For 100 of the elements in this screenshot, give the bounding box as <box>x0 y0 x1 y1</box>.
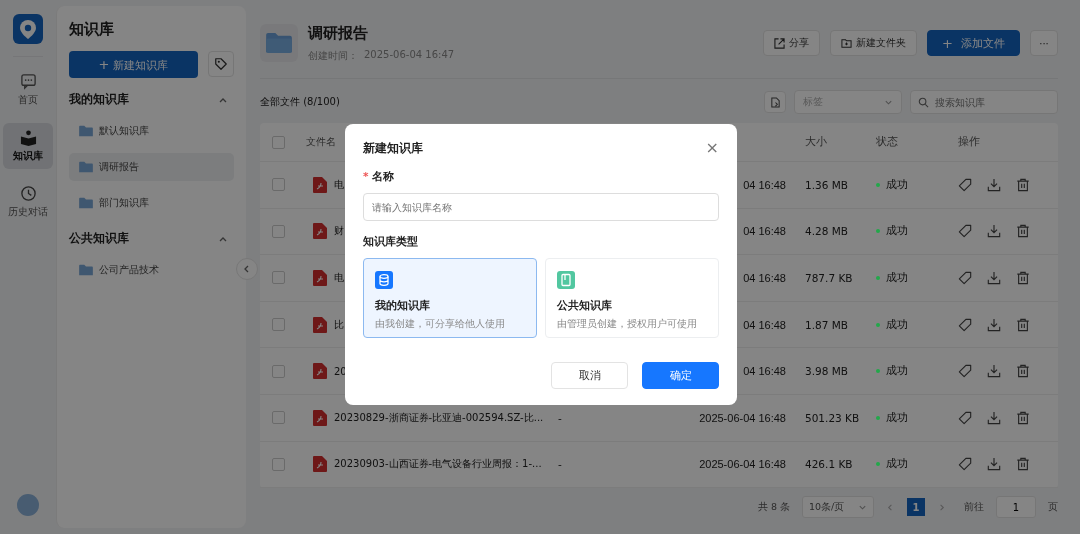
select-all-checkbox[interactable] <box>271 135 285 149</box>
knowledge-base-item[interactable]: 部门知识库 <box>69 189 234 217</box>
nav-item[interactable]: 历史对话 <box>3 179 53 225</box>
status-text: 成功 <box>886 410 908 425</box>
download-icon[interactable] <box>987 364 1001 379</box>
pdf-file-icon <box>313 316 327 333</box>
field-label: 名称 <box>371 170 394 182</box>
type-option-card[interactable]: 我的知识库 由我创建，可分享给他人使用 <box>363 258 537 338</box>
tag-icon[interactable] <box>958 271 972 285</box>
date-cell: 04 16:48 <box>743 365 786 378</box>
tag-icon[interactable] <box>958 177 972 192</box>
add-file-button[interactable]: + 添加文件 <box>927 30 1020 56</box>
tag-icon[interactable] <box>958 317 972 332</box>
row-checkbox[interactable] <box>271 364 285 378</box>
row-checkbox[interactable] <box>271 318 285 332</box>
column-header: 大小 <box>804 135 828 149</box>
database-icon <box>375 271 393 289</box>
tag-button[interactable] <box>208 51 234 77</box>
status-text: 成功 <box>886 177 908 192</box>
row-checkbox[interactable] <box>271 178 285 192</box>
chat-icon <box>19 73 37 90</box>
knowledge-base-item[interactable]: 默认知识库 <box>69 117 234 145</box>
status-text: 成功 <box>886 317 908 332</box>
delete-icon[interactable] <box>1016 224 1030 239</box>
nav-item[interactable]: 知识库 <box>3 123 53 169</box>
status-text: 成功 <box>886 271 908 285</box>
name-input-field[interactable]: 请输入知识库名称 <box>363 193 719 221</box>
download-icon[interactable] <box>987 317 1001 332</box>
download-icon[interactable] <box>987 224 1001 239</box>
column-header: 操作 <box>958 135 980 149</box>
tag-icon[interactable] <box>958 364 972 379</box>
file-name[interactable]: 财 <box>334 224 344 239</box>
page-input[interactable]: 1 <box>996 496 1036 519</box>
folder-icon <box>79 264 93 276</box>
row-checkbox[interactable] <box>271 411 285 425</box>
knowledge-base-item[interactable]: 公司产品技术 <box>69 256 234 284</box>
column-header: 状态 <box>876 135 899 149</box>
folder-icon <box>79 161 93 173</box>
delete-icon[interactable] <box>1016 177 1030 192</box>
file-name[interactable]: 电 <box>334 177 344 192</box>
close-button[interactable]: × <box>705 140 719 156</box>
page-unit: 页 <box>1048 500 1058 514</box>
file-icon <box>769 96 781 108</box>
share-icon <box>774 37 786 49</box>
file-name[interactable]: 20230829-浙商证券-比亚迪-002594.SZ-比... <box>334 410 544 425</box>
confirm-button[interactable]: 确定 <box>642 362 719 389</box>
search-icon <box>918 96 929 108</box>
pdf-file-icon <box>313 176 327 193</box>
size-cell: 1.87 MB <box>805 318 848 331</box>
tag-icon[interactable] <box>958 224 972 239</box>
size-cell: 426.1 KB <box>805 458 853 471</box>
app-logo <box>13 14 43 44</box>
file-filter-button[interactable] <box>764 91 786 113</box>
cancel-button[interactable]: 取消 <box>551 362 628 389</box>
file-name[interactable]: 20230903-山西证券-电气设备行业周报：1-... <box>334 457 542 472</box>
book-icon <box>19 129 37 146</box>
page-title: 调研报告 <box>308 23 369 43</box>
date-cell: 04 16:48 <box>743 272 786 284</box>
folder-icon <box>79 125 93 137</box>
row-checkbox[interactable] <box>271 224 285 238</box>
download-icon[interactable] <box>987 410 1001 425</box>
modal-title: 新建知识库 <box>363 140 423 156</box>
page-size-select[interactable]: 10条/页 <box>802 496 874 519</box>
download-icon[interactable] <box>987 177 1001 192</box>
option-description: 由我创建，可分享给他人使用 <box>375 318 506 331</box>
row-checkbox[interactable] <box>271 457 285 471</box>
delete-icon[interactable] <box>1016 317 1030 332</box>
table-cell: - <box>558 411 562 424</box>
more-button[interactable]: ··· <box>1030 30 1058 56</box>
status-text: 成功 <box>886 224 908 239</box>
download-icon[interactable] <box>987 271 1001 285</box>
page-number-button[interactable]: 1 <box>907 498 925 517</box>
created-time: 2025-06-04 16:47 <box>364 48 455 62</box>
total-count: 共 8 条 <box>757 500 790 514</box>
date-cell: 04 16:48 <box>743 318 786 331</box>
new-knowledge-base-button[interactable]: + 新建知识库 <box>69 51 198 78</box>
file-name[interactable]: 电 <box>334 271 344 285</box>
download-icon[interactable] <box>987 457 1001 472</box>
new-folder-button[interactable]: 新建文件夹 <box>830 30 918 56</box>
delete-icon[interactable] <box>1016 410 1030 425</box>
pdf-file-icon <box>313 270 327 286</box>
size-cell: 1.36 MB <box>805 178 848 191</box>
search-field[interactable]: 搜索知识库 <box>910 90 1058 114</box>
folder-plus-icon <box>841 37 853 49</box>
size-cell: 787.7 KB <box>805 272 853 284</box>
delete-icon[interactable] <box>1016 457 1030 472</box>
delete-icon[interactable] <box>1016 271 1030 285</box>
share-button[interactable]: 分享 <box>763 30 821 56</box>
nav-item[interactable]: 首页 <box>3 67 53 113</box>
file-name[interactable]: 比 <box>334 317 344 332</box>
tag-icon[interactable] <box>958 410 972 425</box>
table-cell: - <box>558 458 562 471</box>
option-title: 我的知识库 <box>375 299 431 313</box>
row-checkbox[interactable] <box>271 271 285 285</box>
option-description: 由管理员创建，授权用户可使用 <box>557 318 698 331</box>
knowledge-base-item[interactable]: 调研报告 <box>69 153 234 181</box>
tag-icon[interactable] <box>958 457 972 472</box>
tag-icon <box>214 57 228 71</box>
delete-icon[interactable] <box>1016 364 1030 379</box>
type-option-card[interactable]: 公共知识库 由管理员创建，授权用户可使用 <box>545 258 719 338</box>
